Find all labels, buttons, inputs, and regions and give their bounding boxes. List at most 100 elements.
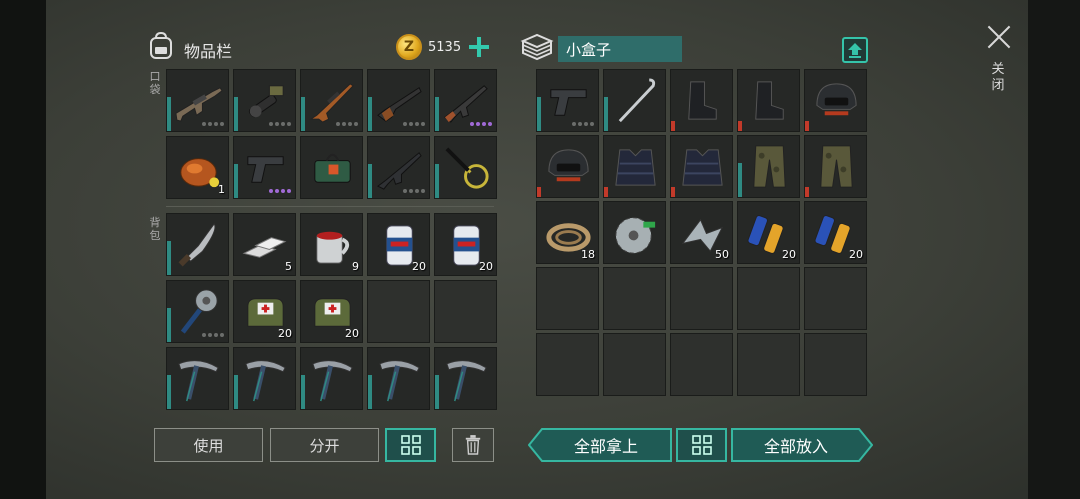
sort-up-icon: [848, 43, 862, 58]
sort-button[interactable]: [842, 37, 868, 63]
durability-bar: [671, 187, 675, 197]
container-empty-slot[interactable]: [737, 267, 800, 330]
container-slot[interactable]: [603, 69, 666, 132]
quality-dots: [202, 333, 224, 337]
inventory-slot[interactable]: [434, 69, 497, 132]
item-quantity: 20: [849, 248, 863, 261]
pickaxe-icon: [245, 360, 286, 402]
container-slot[interactable]: 20: [737, 201, 800, 264]
inventory-slot[interactable]: [166, 69, 229, 132]
inventory-slot[interactable]: [434, 347, 497, 410]
inventory-slot[interactable]: [300, 136, 363, 199]
inventory-slot[interactable]: 20: [300, 280, 363, 343]
container-slot[interactable]: 18: [536, 201, 599, 264]
container-title: 小盒子: [558, 36, 682, 62]
take-all-button[interactable]: 全部拿上: [540, 428, 672, 462]
inventory-slot[interactable]: [300, 347, 363, 410]
bug-net-icon: [445, 147, 489, 189]
container-slot[interactable]: [670, 135, 733, 198]
item-quantity: 20: [345, 327, 359, 340]
item-quantity: 9: [352, 260, 359, 273]
quality-dots: [403, 189, 425, 193]
machete-icon: [178, 223, 216, 267]
inventory-empty-slot[interactable]: [434, 280, 497, 343]
inventory-slot[interactable]: [166, 213, 229, 276]
container-empty-slot[interactable]: [804, 333, 867, 396]
inventory-slot[interactable]: 5: [233, 213, 296, 276]
inventory-slot[interactable]: [367, 136, 430, 199]
durability-bar: [738, 163, 742, 197]
container-slot[interactable]: [603, 135, 666, 198]
backpack-icon: [150, 32, 172, 59]
durability-bar: [234, 164, 238, 198]
inventory-slot[interactable]: 9: [300, 213, 363, 276]
durability-bar: [234, 97, 238, 131]
inventory-slot[interactable]: [367, 69, 430, 132]
durability-bar: [167, 308, 171, 342]
close-icon[interactable]: [986, 24, 1012, 50]
boots-icon: [688, 81, 717, 120]
quality-dots: [202, 122, 224, 126]
inventory-slot[interactable]: [233, 347, 296, 410]
box-grid-view-button[interactable]: [676, 428, 727, 462]
discard-button[interactable]: [452, 428, 494, 462]
container-empty-slot[interactable]: [670, 267, 733, 330]
pickaxe-icon: [312, 360, 353, 402]
metal-ingots-icon: [242, 237, 287, 258]
grenade-launcher-icon: [248, 85, 284, 118]
hunting-rifle-icon: [309, 83, 354, 123]
container-empty-slot[interactable]: [737, 333, 800, 396]
container-empty-slot[interactable]: [536, 333, 599, 396]
inventory-slot[interactable]: [166, 280, 229, 343]
container-slot[interactable]: [536, 135, 599, 198]
screen-edge-right: [1028, 0, 1080, 499]
container-empty-slot[interactable]: [603, 333, 666, 396]
inventory-empty-slot[interactable]: [367, 280, 430, 343]
container-slot[interactable]: [804, 69, 867, 132]
container-slot[interactable]: 20: [804, 201, 867, 264]
container-slot[interactable]: [804, 135, 867, 198]
container-slot[interactable]: [737, 69, 800, 132]
container-empty-slot[interactable]: [536, 267, 599, 330]
split-button[interactable]: 分开: [270, 428, 379, 462]
container-slot[interactable]: [603, 201, 666, 264]
coin-balance: 5135: [428, 40, 462, 55]
inventory-slot[interactable]: 1: [166, 136, 229, 199]
grid-icon: [400, 435, 421, 455]
shotgun-icon: [377, 87, 422, 122]
inventory-slot[interactable]: 20: [367, 213, 430, 276]
pistol-icon: [247, 156, 284, 183]
inventory-slot[interactable]: [367, 347, 430, 410]
durability-bar: [604, 97, 608, 131]
inventory-slot[interactable]: [434, 136, 497, 199]
item-quantity: 18: [581, 248, 595, 261]
helmet-icon: [816, 83, 857, 116]
container-slot[interactable]: [536, 69, 599, 132]
add-coins-button[interactable]: [468, 36, 490, 58]
put-all-button[interactable]: 全部放入: [731, 428, 861, 462]
container-slot[interactable]: 50: [670, 201, 733, 264]
inventory-slot[interactable]: [233, 136, 296, 199]
inventory-slot[interactable]: 20: [434, 213, 497, 276]
close-label[interactable]: 关闭: [990, 62, 1006, 94]
container-empty-slot[interactable]: [804, 267, 867, 330]
quality-dots: [572, 122, 594, 126]
container-slot[interactable]: [737, 135, 800, 198]
inventory-slot[interactable]: 20: [233, 280, 296, 343]
inventory-slot[interactable]: [166, 347, 229, 410]
item-quantity: 5: [285, 260, 292, 273]
container-box-icon: [520, 33, 554, 61]
container-empty-slot[interactable]: [603, 267, 666, 330]
item-quantity: 50: [715, 248, 729, 261]
use-button[interactable]: 使用: [154, 428, 263, 462]
container-slot[interactable]: [670, 69, 733, 132]
inventory-slot[interactable]: [300, 69, 363, 132]
pickaxe-icon: [178, 360, 219, 402]
durability-bar: [167, 97, 171, 131]
quality-dots: [470, 122, 492, 126]
container-empty-slot[interactable]: [670, 333, 733, 396]
grid-view-button[interactable]: [385, 428, 436, 462]
item-quantity: 1: [218, 183, 225, 196]
inventory-slot[interactable]: [233, 69, 296, 132]
sawblade-mace-icon: [180, 289, 218, 334]
